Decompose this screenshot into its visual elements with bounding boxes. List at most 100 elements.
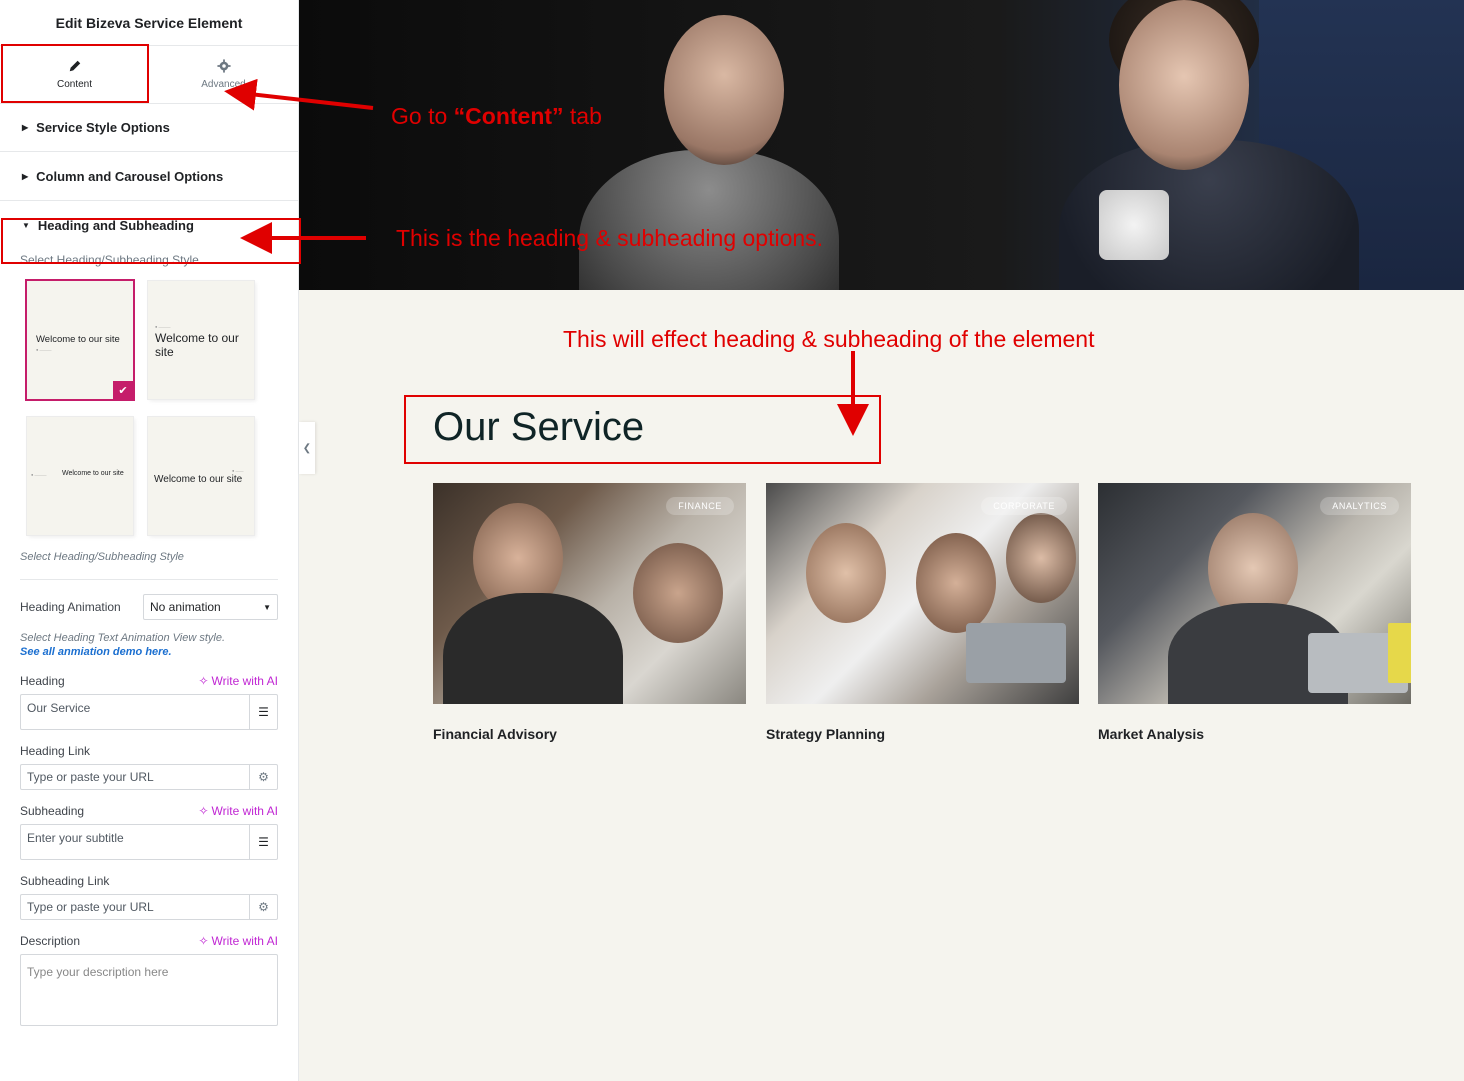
heading-field: Our Service ☰ (20, 694, 278, 730)
heading-link-row: Heading Link (0, 744, 298, 758)
subheading-row: Subheading ✧ Write with AI (0, 804, 298, 818)
section-column-carousel[interactable]: ▶ Column and Carousel Options (0, 152, 298, 201)
style-card-4[interactable]: ● —— Welcome to our site (148, 417, 254, 535)
style-card-2[interactable]: ● ——— Welcome to our site (148, 281, 254, 399)
collapse-panel-button[interactable]: ❮ (299, 422, 315, 474)
heading-link-input[interactable]: Type or paste your URL (20, 764, 250, 790)
subheading-link-label: Subheading Link (20, 874, 110, 888)
style-card-sub: ● ——— (31, 472, 47, 477)
image-person (916, 533, 996, 633)
annotation-bold: “Content” (453, 103, 564, 129)
service-card-image: CORPORATE (766, 483, 1079, 704)
section-service-style[interactable]: ▶ Service Style Options (0, 104, 298, 152)
subheading-link-input[interactable]: Type or paste your URL (20, 894, 250, 920)
style-card-text: Welcome to our site (155, 331, 239, 359)
subheading-link-row: Subheading Link (0, 874, 298, 888)
sparkle-icon: ✧ (198, 934, 209, 948)
image-laptop (966, 623, 1066, 683)
gear-icon: ⚙ (258, 770, 269, 784)
database-icon: ☰ (258, 835, 269, 849)
service-card-badge: CORPORATE (981, 497, 1067, 515)
caret-right-icon: ▶ (22, 123, 29, 132)
image-person (443, 593, 623, 704)
image-person (633, 543, 723, 643)
sparkle-icon: ✧ (198, 804, 209, 818)
heading-animation-row: Heading Animation No animation ▼ (0, 594, 298, 620)
subheading-field: Enter your subtitle ☰ (20, 824, 278, 860)
service-card[interactable]: FINANCE Financial Advisory (433, 483, 746, 742)
section-label: Column and Carousel Options (36, 168, 224, 184)
editor-panel: Edit Bizeva Service Element Content Adva… (0, 0, 299, 1081)
dynamic-tags-button[interactable]: ☰ (250, 694, 278, 730)
service-card-image: ANALYTICS (1098, 483, 1411, 704)
write-ai-label: Write with AI (211, 804, 278, 818)
caret-right-icon: ▶ (22, 171, 29, 181)
service-card-title[interactable]: Market Analysis (1098, 726, 1411, 742)
subheading-label: Subheading (20, 804, 85, 818)
annotation-text: tab (563, 103, 602, 129)
heading-link-field: Type or paste your URL ⚙ (20, 764, 278, 790)
heading-write-ai[interactable]: ✧ Write with AI (198, 674, 278, 688)
service-card-title[interactable]: Financial Advisory (433, 726, 746, 742)
annotation-text: Go to (391, 103, 454, 129)
chevron-down-icon: ▼ (263, 602, 271, 612)
animation-help: Select Heading Text Animation View style… (20, 632, 226, 644)
style-card-sub: ● ——— (155, 324, 171, 329)
image-note (1388, 623, 1411, 683)
write-ai-label: Write with AI (211, 674, 278, 688)
service-card-image: FINANCE (433, 483, 746, 704)
heading-input[interactable]: Our Service (20, 694, 250, 730)
image-person (806, 523, 886, 623)
database-icon: ☰ (258, 705, 269, 719)
section-label: Service Style Options (36, 120, 170, 135)
style-card-1[interactable]: Welcome to our site ● ——— ✔ (27, 281, 133, 399)
description-label: Description (20, 934, 81, 948)
service-card[interactable]: ANALYTICS Market Analysis (1098, 483, 1411, 742)
gear-icon (216, 59, 231, 73)
description-row: Description ✧ Write with AI (0, 934, 298, 948)
annotation-effect: This will effect heading & subheading of… (563, 326, 1095, 352)
annotation-goto-content: Go to “Content” tab (391, 103, 602, 130)
subheading-input[interactable]: Enter your subtitle (20, 824, 250, 860)
style-card-sub: ● —— (232, 468, 244, 473)
description-input[interactable]: Type your description here (20, 954, 278, 1026)
style-card-3[interactable]: ● ——— Welcome to our site (27, 417, 133, 535)
style-card-text: Welcome to our site (36, 334, 120, 345)
panel-title: Edit Bizeva Service Element (0, 0, 298, 46)
heading-animation-value: No animation (150, 600, 221, 614)
heading-link-label: Heading Link (20, 744, 91, 758)
gear-icon: ⚙ (258, 900, 269, 914)
animation-demo-link[interactable]: See all anmiation demo here. (0, 646, 298, 658)
heading-row: Heading ✧ Write with AI (0, 674, 298, 688)
service-card[interactable]: CORPORATE Strategy Planning (766, 483, 1079, 742)
link-options-button[interactable]: ⚙ (250, 764, 278, 790)
hero-person-1-face (664, 15, 784, 165)
hero-cup (1099, 190, 1169, 260)
service-card-badge: ANALYTICS (1320, 497, 1399, 515)
sparkle-icon: ✧ (198, 674, 209, 688)
style-card-text: Welcome to our site (154, 474, 243, 485)
highlight-heading-section (1, 218, 301, 264)
service-card-title[interactable]: Strategy Planning (766, 726, 1079, 742)
style-card-sub: ● ——— (36, 347, 52, 352)
description-write-ai[interactable]: ✧ Write with AI (198, 934, 278, 948)
link-options-button[interactable]: ⚙ (250, 894, 278, 920)
chevron-left-icon: ❮ (302, 442, 312, 454)
subheading-write-ai[interactable]: ✧ Write with AI (198, 804, 278, 818)
tab-advanced[interactable]: Advanced (149, 46, 298, 103)
divider (20, 579, 278, 580)
dynamic-tags-button[interactable]: ☰ (250, 824, 278, 860)
subheading-link-field: Type or paste your URL ⚙ (20, 894, 278, 920)
image-person (1006, 513, 1076, 603)
annotation-heading-options: This is the heading & subheading options… (396, 225, 824, 251)
hero-person-2-face (1119, 0, 1249, 170)
heading-animation-select[interactable]: No animation ▼ (143, 594, 278, 620)
write-ai-label: Write with AI (211, 934, 278, 948)
style-grid: Welcome to our site ● ——— ✔ ● ——— Welcom… (0, 267, 298, 567)
highlight-content-tab (1, 44, 149, 103)
hero-person-1 (579, 150, 839, 290)
highlight-section-title (404, 395, 881, 464)
style-card-text: Welcome to our site (62, 470, 124, 477)
check-icon: ✔ (113, 381, 133, 399)
tab-advanced-label: Advanced (201, 79, 246, 90)
